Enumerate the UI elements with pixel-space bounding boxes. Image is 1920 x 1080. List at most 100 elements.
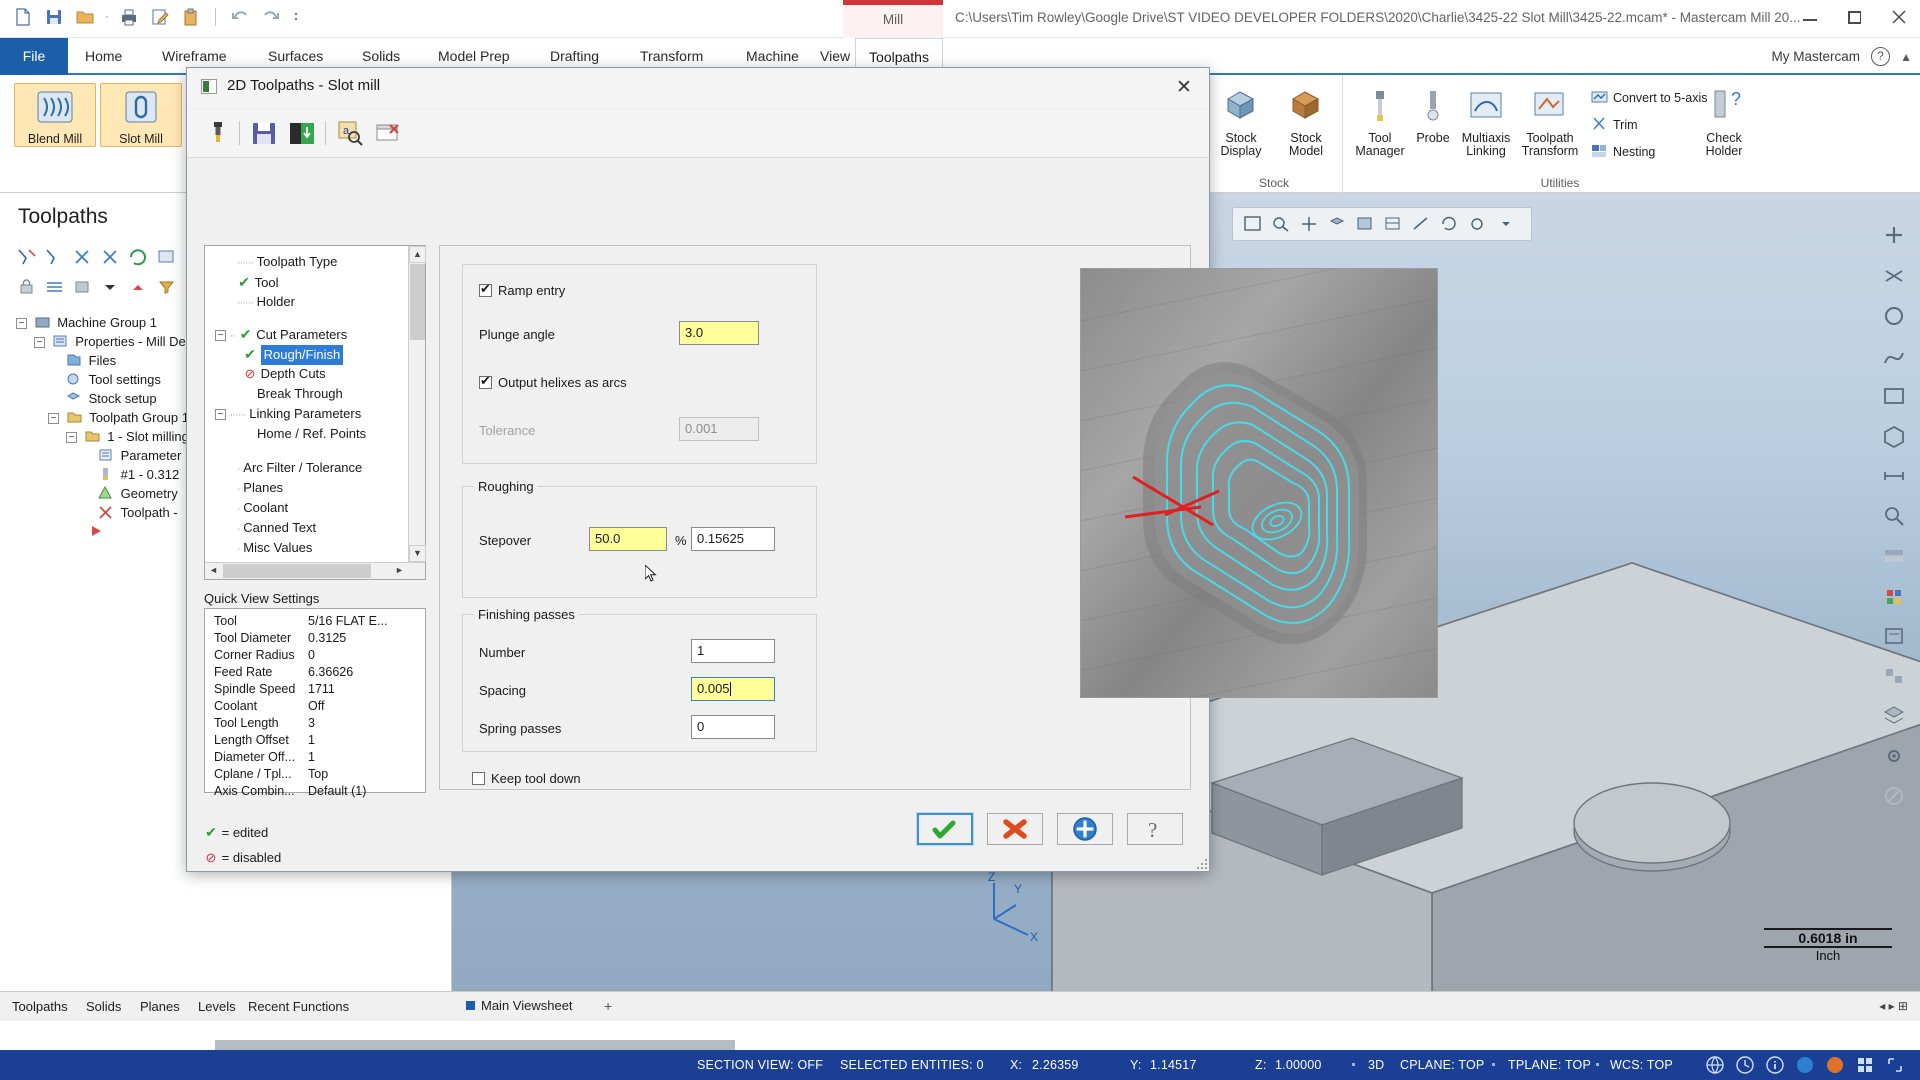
param-tree-planes[interactable]: · Planes — [211, 478, 405, 498]
rail-wireframe-icon[interactable] — [1876, 257, 1912, 295]
tree-vertical-scrollbar[interactable]: ▲ ▼ — [408, 246, 426, 579]
blend-mill-button[interactable]: Blend Mill — [14, 83, 96, 147]
panel-tab-toolpaths[interactable]: Toolpaths — [12, 999, 68, 1014]
expander-icon[interactable]: − — [48, 413, 59, 424]
output-helixes-checkbox[interactable]: Output helixes as arcs — [479, 373, 627, 390]
rail-dimension-icon[interactable] — [1876, 457, 1912, 495]
redo-icon[interactable] — [260, 6, 282, 28]
customize-icon[interactable] — [291, 6, 301, 28]
expander-icon[interactable]: − — [16, 318, 27, 329]
regenerate-icon[interactable] — [128, 247, 150, 267]
rail-select-icon[interactable] — [1876, 217, 1912, 255]
param-tree-misc-values[interactable]: · Misc Values — [211, 538, 405, 558]
toggle-lock-icon[interactable] — [100, 247, 122, 267]
finishing-number-input[interactable]: 1 — [691, 639, 775, 663]
rail-disabled-icon[interactable] — [1876, 777, 1912, 815]
finishing-spacing-input[interactable]: 0.005 — [691, 677, 775, 701]
add-viewsheet-button[interactable]: + — [604, 998, 612, 1014]
rail-settings-icon[interactable] — [1876, 737, 1912, 775]
minimize-icon[interactable] — [1800, 6, 1822, 28]
maximize-icon[interactable] — [1844, 6, 1866, 28]
filter-icon[interactable] — [156, 277, 178, 297]
panel-tab-solids[interactable]: Solids — [86, 999, 121, 1014]
globe-icon[interactable] — [1705, 1055, 1725, 1075]
param-tree-coolant[interactable]: · Coolant — [211, 498, 405, 518]
isometric-icon[interactable] — [1327, 215, 1347, 233]
spring-passes-input[interactable]: 0 — [691, 715, 775, 739]
scroll-right-icon[interactable]: ► — [391, 563, 408, 579]
expander-icon[interactable]: − — [34, 337, 45, 348]
status-tplane[interactable]: TPLANE: TOP — [1508, 1058, 1591, 1072]
rail-solid-icon[interactable] — [1876, 417, 1912, 455]
scroll-thumb[interactable] — [410, 264, 425, 340]
toolpath-display-icon[interactable] — [44, 277, 66, 297]
rail-surface-icon[interactable] — [1876, 377, 1912, 415]
expand-icon[interactable] — [1885, 1055, 1905, 1075]
trim-button[interactable]: Trim — [1591, 116, 1638, 132]
dialog-resize-handle[interactable] — [1193, 855, 1207, 869]
rail-level-icon[interactable] — [1876, 537, 1912, 575]
info-icon[interactable] — [1765, 1055, 1785, 1075]
paint-icon[interactable] — [72, 277, 94, 297]
status-cplane[interactable]: CPLANE: TOP — [1400, 1058, 1484, 1072]
horizontal-scrollbar[interactable] — [215, 1040, 735, 1050]
lock-icon[interactable] — [16, 277, 38, 297]
section-view-icon[interactable] — [1411, 215, 1431, 233]
sort-ascending-icon[interactable] — [128, 277, 150, 297]
status-wcs[interactable]: WCS: TOP — [1610, 1058, 1673, 1072]
panel-tab-recent-functions[interactable]: Recent Functions — [248, 999, 349, 1014]
rail-analyze-icon[interactable] — [1876, 497, 1912, 535]
paste-icon[interactable] — [180, 6, 202, 28]
param-tree-break-through[interactable]: Break Through — [211, 384, 405, 404]
plunge-angle-input[interactable]: 3.0 — [679, 321, 759, 345]
mill-machine-tab[interactable]: Mill — [843, 0, 943, 38]
select-invert-icon[interactable] — [44, 247, 66, 267]
save-icon[interactable] — [249, 118, 279, 148]
print-icon[interactable] — [118, 6, 140, 28]
tab-file[interactable]: File — [0, 38, 68, 75]
select-all-icon[interactable] — [16, 247, 38, 267]
rail-circle-icon[interactable] — [1876, 297, 1912, 335]
close-icon[interactable] — [1888, 6, 1910, 28]
param-tree-canned-text[interactable]: · Canned Text — [211, 518, 405, 538]
new-icon[interactable] — [12, 6, 34, 28]
viewsheet-scroll-controls[interactable]: ◂ ▸ ⊞ — [1879, 999, 1908, 1013]
pan-icon[interactable] — [1299, 215, 1319, 233]
help-icon[interactable]: ? — [1871, 47, 1890, 66]
ramp-entry-checkbox[interactable]: Ramp entry — [479, 281, 565, 298]
keep-tool-down-checkbox[interactable]: Keep tool down — [472, 771, 581, 786]
probe-button[interactable]: Probe — [1409, 83, 1457, 145]
tab-home[interactable]: Home — [75, 38, 132, 75]
delete-icon[interactable] — [373, 118, 403, 148]
tree-horizontal-scrollbar[interactable]: ◄ ► — [205, 562, 425, 579]
undo-icon[interactable] — [229, 6, 251, 28]
rail-spline-icon[interactable] — [1876, 337, 1912, 375]
open-icon[interactable] — [74, 6, 96, 28]
check-holder-button[interactable]: ? Check Holder — [1693, 83, 1755, 158]
ok-button[interactable] — [917, 813, 973, 845]
rail-group-icon[interactable] — [1876, 657, 1912, 695]
slot-mill-button[interactable]: Slot Mill — [100, 83, 182, 147]
rail-color-icon[interactable] — [1876, 577, 1912, 615]
panel-tab-levels[interactable]: Levels — [198, 999, 236, 1014]
convert-to-5axis-button[interactable]: Convert to 5-axis — [1591, 89, 1707, 105]
cancel-button[interactable] — [987, 813, 1043, 845]
rotate-icon[interactable] — [1439, 215, 1459, 233]
scroll-down-icon[interactable]: ▼ — [409, 545, 426, 562]
fit-icon[interactable] — [1243, 215, 1263, 233]
orange-sphere-icon[interactable] — [1825, 1055, 1845, 1075]
grid-icon[interactable] — [1855, 1055, 1875, 1075]
preview-icon[interactable]: a — [335, 118, 365, 148]
shade-icon[interactable] — [1355, 215, 1375, 233]
tool-holder-icon[interactable] — [203, 118, 233, 148]
help-button[interactable]: ? — [1127, 813, 1183, 845]
toggle-posting-icon[interactable] — [72, 247, 94, 267]
param-tree-tool[interactable]: ✔ Tool — [211, 272, 405, 292]
dynamic-view-icon[interactable] — [1467, 215, 1487, 233]
stepover-distance-input[interactable]: 0.15625 — [691, 527, 775, 551]
param-tree-cut-parameters[interactable]: − ·· ✔ Cut Parameters — [211, 324, 405, 344]
toolpath-transform-button[interactable]: Toolpath Transform — [1517, 83, 1583, 158]
rail-stack-icon[interactable] — [1876, 697, 1912, 735]
expander-icon[interactable]: − — [215, 330, 226, 341]
chevron-up-icon[interactable]: ▲ — [1900, 50, 1912, 64]
